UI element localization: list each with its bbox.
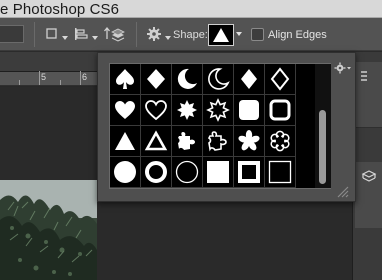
flower-icon [238, 130, 260, 151]
circle-thin-outline-icon [175, 160, 199, 184]
chevron-down-icon [92, 36, 98, 40]
shape-picker-settings-button[interactable] [334, 61, 352, 75]
starburst-icon [177, 100, 197, 120]
foliage-photo [0, 180, 97, 280]
shape-grid-scrollbar[interactable] [315, 64, 331, 188]
ruler-tick [19, 80, 20, 85]
shape-starburst-outline[interactable] [203, 95, 234, 126]
shape-diamond-tall[interactable] [234, 64, 265, 95]
shape-picker-dropdown-arrow[interactable] [236, 32, 242, 36]
geometry-options-button[interactable] [146, 25, 171, 43]
diamond-icon [147, 69, 165, 89]
diamond-icon [241, 69, 257, 89]
circle-icon [114, 161, 136, 183]
layers-panel-icon [361, 170, 377, 182]
triangle-icon [115, 132, 135, 150]
crescent-icon [177, 68, 197, 89]
flower-outline-icon [270, 130, 290, 152]
heart-outline-icon [145, 100, 167, 121]
square-thin-outline-icon [268, 160, 292, 184]
shape-triangle-outline[interactable] [141, 126, 172, 157]
shape-crescent[interactable] [172, 64, 203, 95]
custom-shape-picker [97, 52, 356, 202]
width-field[interactable] [0, 25, 24, 43]
rounded-square-icon [239, 100, 259, 120]
circle-thick-outline-icon [145, 161, 167, 183]
triangle-icon [213, 28, 229, 42]
shape-square-thick-outline[interactable] [234, 157, 265, 188]
shape-square[interactable] [203, 157, 234, 188]
resize-grip-icon[interactable] [336, 185, 350, 199]
ruler-tick [60, 80, 61, 85]
shape-label: Shape: [173, 29, 208, 41]
shape-heart[interactable] [110, 95, 141, 126]
gear-icon [334, 62, 351, 74]
triangle-outline-icon [144, 130, 168, 151]
shape-circle-thin-outline[interactable] [172, 157, 203, 188]
align-edges-checkbox[interactable] [251, 28, 264, 41]
separator [34, 22, 35, 47]
diamond-outline-icon [270, 67, 290, 91]
square-icon [207, 161, 229, 183]
align-edges-label: Align Edges [268, 29, 327, 41]
title-bar: e Photoshop CS6 [0, 0, 382, 18]
shape-rounded-square-outline[interactable] [265, 95, 296, 126]
square-thick-outline-icon [238, 161, 260, 183]
starburst-outline-icon [206, 98, 230, 122]
right-panel-dock [352, 52, 382, 280]
shape-picker-swatch[interactable] [208, 24, 234, 46]
shape-flower[interactable] [234, 126, 265, 157]
ruler-label: 6 [82, 72, 88, 82]
separator [136, 22, 137, 47]
panel-menu-icon [361, 71, 367, 81]
path-alignment-button[interactable] [73, 25, 98, 43]
gear-icon [147, 27, 161, 41]
shape-spade[interactable] [110, 64, 141, 95]
shape-rounded-square[interactable] [234, 95, 265, 126]
window-title: e Photoshop CS6 [0, 1, 120, 18]
scrollbar-thumb[interactable] [319, 110, 326, 184]
options-bar: Shape: Align Edges [0, 18, 382, 51]
shape-circle-thick-outline[interactable] [141, 157, 172, 188]
path-arrangement-icon [104, 26, 125, 42]
shape-diamond[interactable] [141, 64, 172, 95]
panel-tab-group[interactable] [355, 62, 382, 128]
shape-heart-outline[interactable] [141, 95, 172, 126]
document-image[interactable] [0, 180, 97, 280]
spade-icon [116, 69, 134, 89]
crescent-outline-icon [208, 68, 230, 90]
path-alignment-icon [75, 28, 88, 40]
shape-crescent-outline[interactable] [203, 64, 234, 95]
path-arrangement-button[interactable] [103, 25, 125, 43]
path-operations-icon [46, 28, 57, 39]
path-operations-button[interactable] [45, 25, 68, 43]
shape-flower-outline[interactable] [265, 126, 296, 157]
shape-circle[interactable] [110, 157, 141, 188]
ruler-tick [39, 71, 40, 85]
puzzle-icon [178, 132, 195, 150]
photoshop-window: e Photoshop CS6 Shape: Align Edges 5 6 [0, 0, 382, 280]
shape-triangle[interactable] [110, 126, 141, 157]
shape-diamond-outline[interactable] [265, 64, 296, 95]
shape-square-thin-outline[interactable] [265, 157, 296, 188]
ruler-label: 5 [41, 72, 47, 82]
shape-puzzle-outline[interactable] [203, 126, 234, 157]
heart-icon [115, 101, 135, 119]
chevron-down-icon [62, 36, 68, 40]
rounded-square-outline-icon [269, 99, 291, 121]
panel-tab-group[interactable] [355, 162, 382, 228]
ruler-tick [80, 71, 81, 85]
puzzle-outline-icon [207, 131, 227, 152]
shape-puzzle[interactable] [172, 126, 203, 157]
shape-grid [109, 63, 331, 189]
chevron-down-icon [165, 36, 171, 40]
shape-starburst[interactable] [172, 95, 203, 126]
